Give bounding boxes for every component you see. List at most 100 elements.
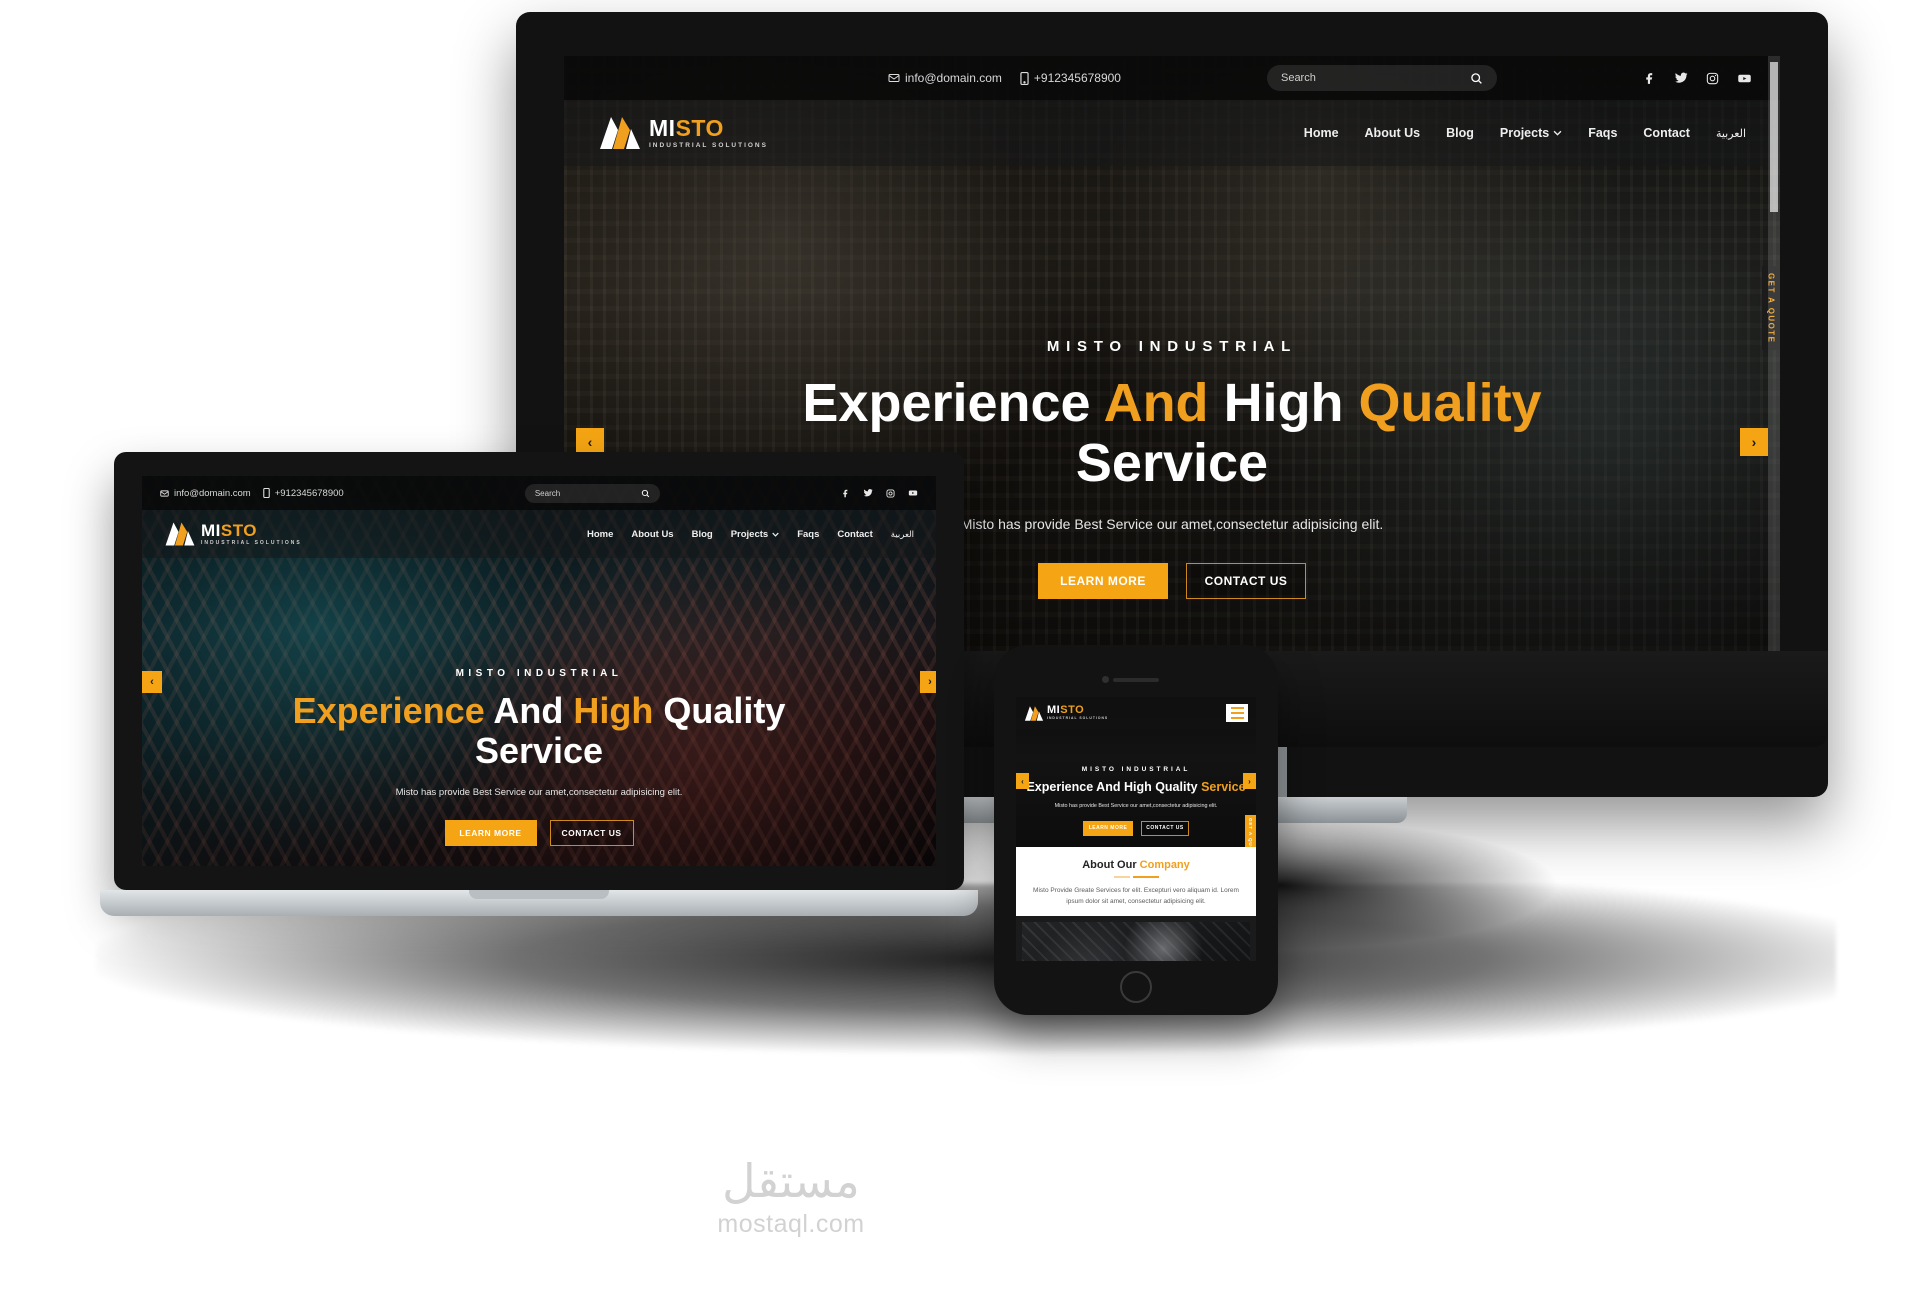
nav-item-blog-laptop[interactable]: Blog bbox=[692, 529, 713, 540]
contact-info-laptop: info@domain.com +912345678900 bbox=[160, 488, 344, 499]
instagram-icon[interactable] bbox=[1706, 72, 1719, 85]
page-scrollbar[interactable] bbox=[1768, 56, 1780, 651]
logo-mark-icon bbox=[1024, 705, 1044, 721]
phone-item-laptop[interactable]: +912345678900 bbox=[262, 487, 344, 499]
site-logo[interactable]: MISTO INDUSTRIAL SOLUTIONS bbox=[598, 115, 768, 151]
about-photo bbox=[1022, 921, 1250, 961]
carousel-prev-button-laptop[interactable]: ‹ bbox=[142, 671, 162, 693]
logo-to: TO bbox=[691, 115, 724, 141]
twitter-icon[interactable] bbox=[863, 488, 873, 498]
hero-buttons-mobile: LEARN MORE CONTACT US bbox=[1083, 820, 1189, 836]
logo-tagline: INDUSTRIAL SOLUTIONS bbox=[649, 142, 768, 149]
site-logo-mobile[interactable]: MISTO INDUSTRIAL SOLUTIONS bbox=[1024, 703, 1108, 722]
facebook-icon[interactable] bbox=[841, 489, 850, 498]
nav-item-about-us-laptop[interactable]: About Us bbox=[631, 529, 673, 540]
nav-item-faqs-laptop[interactable]: Faqs bbox=[797, 529, 819, 540]
about-title: About Our Company bbox=[1026, 859, 1246, 871]
youtube-icon[interactable] bbox=[908, 488, 918, 498]
get-a-quote-tab-mobile[interactable]: GET A QUOTE bbox=[1245, 815, 1256, 847]
phone-text-laptop: +912345678900 bbox=[274, 487, 344, 499]
nav-item-arabic-laptop[interactable]: العربية bbox=[891, 529, 914, 540]
carousel-prev-button-mobile[interactable]: ‹ bbox=[1016, 773, 1029, 789]
navbar-mobile: MISTO INDUSTRIAL SOLUTIONS bbox=[1016, 697, 1256, 729]
learn-more-button-laptop[interactable]: LEARN MORE bbox=[444, 820, 537, 847]
about-title-part-2: Company bbox=[1139, 859, 1190, 871]
logo-text-laptop: MISTO INDUSTRIAL SOLUTIONS bbox=[201, 522, 302, 546]
search-icon[interactable] bbox=[641, 489, 650, 498]
hero-title-part-3: High bbox=[1223, 372, 1359, 433]
search-box-laptop[interactable]: Search bbox=[524, 483, 660, 503]
logo-mi-laptop: MI bbox=[201, 521, 221, 540]
hero-title-line-2-laptop: Service bbox=[474, 729, 604, 771]
search-box[interactable]: Search bbox=[1266, 65, 1497, 91]
contact-us-button-laptop[interactable]: CONTACT US bbox=[549, 820, 634, 847]
hero-title-part-4-mobile: Quality bbox=[1155, 780, 1198, 795]
hero-title-part-4: Quality bbox=[1358, 372, 1542, 433]
contact-us-button-mobile[interactable]: CONTACT US bbox=[1141, 820, 1189, 836]
hamburger-menu-icon[interactable] bbox=[1226, 704, 1248, 722]
logo-mi: MI bbox=[649, 115, 676, 141]
nav-item-arabic[interactable]: العربية bbox=[1716, 127, 1746, 140]
carousel-next-button-mobile[interactable]: › bbox=[1243, 773, 1256, 789]
phone-camera bbox=[1102, 676, 1109, 683]
nav-item-contact[interactable]: Contact bbox=[1643, 126, 1690, 140]
about-title-part-1: About Our bbox=[1082, 859, 1140, 871]
navbar-desktop: MISTO INDUSTRIAL SOLUTIONS Home About Us… bbox=[564, 100, 1780, 166]
nav-item-projects-laptop[interactable]: Projects bbox=[731, 529, 780, 540]
learn-more-button[interactable]: LEARN MORE bbox=[1038, 563, 1168, 600]
logo-mark-icon bbox=[165, 522, 195, 546]
phone-home-button[interactable] bbox=[1120, 971, 1152, 1003]
email-text-laptop: info@domain.com bbox=[174, 487, 251, 499]
logo-tagline-laptop: INDUSTRIAL SOLUTIONS bbox=[201, 540, 302, 546]
laptop-trackpad-notch bbox=[469, 890, 609, 899]
email-item-laptop[interactable]: info@domain.com bbox=[160, 488, 251, 499]
about-section-mobile: About Our Company Misto Provide Greate S… bbox=[1016, 847, 1256, 916]
search-placeholder-laptop: Search bbox=[534, 488, 561, 498]
nav-item-home-laptop[interactable]: Home bbox=[587, 529, 613, 540]
learn-more-button-mobile[interactable]: LEARN MORE bbox=[1083, 820, 1133, 836]
instagram-icon[interactable] bbox=[886, 488, 895, 498]
youtube-icon[interactable] bbox=[1737, 71, 1752, 86]
nav-links-desktop: Home About Us Blog Projects Faqs Contact… bbox=[1304, 126, 1746, 140]
chevron-down-icon bbox=[1553, 130, 1562, 136]
laptop: info@domain.com +912345678900 Search MIS… bbox=[100, 452, 978, 922]
hero-title-part-2-laptop: And bbox=[493, 689, 574, 731]
logo-to-mobile: TO bbox=[1068, 703, 1085, 716]
email-item[interactable]: info@domain.com bbox=[888, 71, 1002, 85]
site-logo-laptop[interactable]: MISTO INDUSTRIAL SOLUTIONS bbox=[164, 521, 302, 547]
hero-title-line-2: Service bbox=[1075, 433, 1269, 494]
hero-buttons-laptop: LEARN MORE CONTACT US bbox=[444, 820, 634, 847]
nav-item-faqs[interactable]: Faqs bbox=[1588, 126, 1617, 140]
logo-text-mobile: MISTO INDUSTRIAL SOLUTIONS bbox=[1047, 703, 1108, 720]
nav-item-home[interactable]: Home bbox=[1304, 126, 1339, 140]
about-paragraph: Misto Provide Greate Services for elit. … bbox=[1033, 887, 1239, 906]
nav-item-contact-laptop[interactable]: Contact bbox=[837, 529, 872, 540]
phone-screen: MISTO INDUSTRIAL SOLUTIONS MISTO INDUSTR… bbox=[1016, 697, 1256, 961]
nav-item-projects-label-laptop: Projects bbox=[730, 528, 769, 540]
logo-s: S bbox=[675, 115, 692, 141]
twitter-icon[interactable] bbox=[1674, 71, 1688, 85]
nav-item-blog[interactable]: Blog bbox=[1446, 126, 1474, 140]
logo-to-laptop: TO bbox=[232, 521, 258, 540]
nav-item-projects[interactable]: Projects bbox=[1500, 126, 1562, 140]
nav-item-projects-label: Projects bbox=[1499, 126, 1550, 140]
email-text: info@domain.com bbox=[905, 71, 1002, 85]
watermark-arabic: مستقل bbox=[722, 1155, 860, 1207]
mobile-phone-icon bbox=[1020, 71, 1029, 85]
phone-item[interactable]: +912345678900 bbox=[1020, 71, 1121, 85]
phone-speaker bbox=[1113, 678, 1159, 682]
nav-links-laptop: Home About Us Blog Projects Faqs Contact… bbox=[587, 529, 914, 540]
hero-eyebrow: MISTO INDUSTRIAL bbox=[1046, 337, 1298, 355]
hero-paragraph-mobile: Misto has provide Best Service our amet,… bbox=[1054, 803, 1218, 810]
carousel-next-button[interactable]: › bbox=[1740, 428, 1768, 456]
search-icon[interactable] bbox=[1470, 72, 1483, 85]
nav-item-about-us[interactable]: About Us bbox=[1365, 126, 1421, 140]
facebook-icon[interactable] bbox=[1643, 72, 1656, 85]
logo-mark-icon bbox=[600, 117, 640, 149]
contact-us-button[interactable]: CONTACT US bbox=[1186, 563, 1306, 600]
topbar-laptop: info@domain.com +912345678900 Search bbox=[142, 476, 936, 510]
social-links-laptop bbox=[841, 488, 918, 498]
hero-buttons: LEARN MORE CONTACT US bbox=[1038, 563, 1306, 600]
hero-content-mobile: MISTO INDUSTRIAL Experience And High Qua… bbox=[1016, 729, 1256, 847]
carousel-next-button-laptop[interactable]: › bbox=[920, 671, 936, 693]
